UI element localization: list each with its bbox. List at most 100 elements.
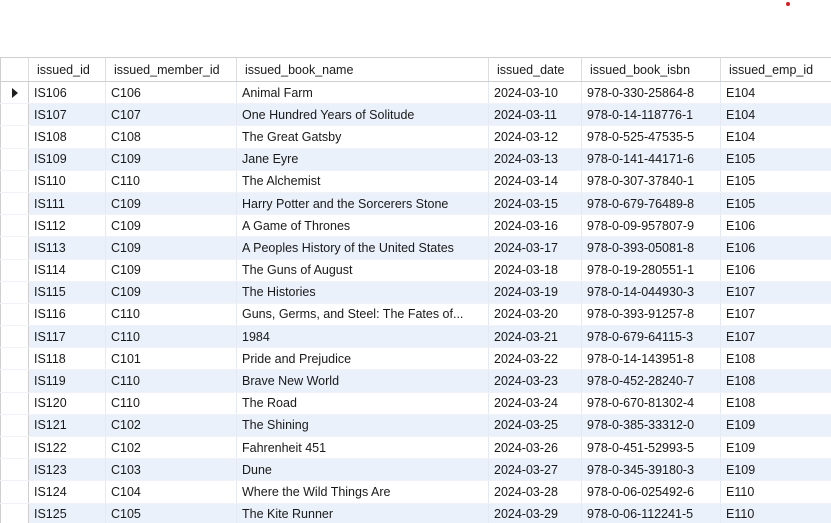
cell-issued-book-isbn[interactable]: 978-0-14-118776-1 [581,103,721,127]
row-selector[interactable] [0,458,29,482]
cell-issued-date[interactable]: 2024-03-11 [488,103,582,127]
cell-issued-book-isbn[interactable]: 978-0-385-33312-0 [581,414,721,438]
cell-issued-emp-id[interactable]: E108 [720,392,831,415]
cell-issued-emp-id[interactable]: E104 [720,81,831,105]
cell-issued-member-id[interactable]: C109 [105,259,237,282]
cell-issued-book-isbn[interactable]: 978-0-14-044930-3 [581,281,721,304]
cell-issued-date[interactable]: 2024-03-25 [488,414,582,438]
cell-issued-emp-id[interactable]: E109 [720,436,831,460]
cell-issued-id[interactable]: IS114 [28,259,106,282]
cell-issued-date[interactable]: 2024-03-21 [488,325,582,349]
cell-issued-date[interactable]: 2024-03-22 [488,347,582,371]
cell-issued-id[interactable]: IS115 [28,281,106,304]
cell-issued-book-name[interactable]: Brave New World [236,369,489,393]
cell-issued-id[interactable]: IS116 [28,303,106,327]
cell-issued-emp-id[interactable]: E110 [720,503,831,523]
table-row[interactable]: IS114 C109 The Guns of August 2024-03-18 978… [0,259,831,282]
row-selector[interactable] [0,281,29,304]
cell-issued-book-name[interactable]: The Road [236,392,489,415]
cell-issued-emp-id[interactable]: E108 [720,369,831,393]
cell-issued-book-name[interactable]: The Great Gatsby [236,125,489,149]
cell-issued-date[interactable]: 2024-03-16 [488,214,582,238]
row-selector[interactable] [0,236,29,260]
row-selector[interactable] [0,103,29,127]
cell-issued-emp-id[interactable]: E107 [720,281,831,304]
cell-issued-date[interactable]: 2024-03-17 [488,236,582,260]
table-row[interactable]: IS110 C110 The Alchemist 2024-03-14 978-0-30… [0,170,831,193]
cell-issued-book-isbn[interactable]: 978-0-393-91257-8 [581,303,721,327]
table-row[interactable]: IS122 C102 Fahrenheit 451 2024-03-26 978-0-4… [0,436,831,460]
result-grid[interactable]: issued_id issued_member_id issued_book_n… [0,57,831,523]
cell-issued-member-id[interactable]: C110 [105,170,237,193]
table-row[interactable]: IS124 C104 Where the Wild Things Are 2024-0… [0,480,831,504]
cell-issued-book-isbn[interactable]: 978-0-14-143951-8 [581,347,721,371]
cell-issued-book-isbn[interactable]: 978-0-19-280551-1 [581,259,721,282]
cell-issued-emp-id[interactable]: E105 [720,148,831,171]
row-selector[interactable] [0,480,29,504]
column-header-issued-book-isbn[interactable]: issued_book_isbn [581,57,721,82]
cell-issued-book-isbn[interactable]: 978-0-670-81302-4 [581,392,721,415]
column-header-issued-emp-id[interactable]: issued_emp_id [720,57,831,82]
row-selector[interactable] [0,347,29,371]
table-row[interactable]: IS120 C110 The Road 2024-03-24 978-0-670-813… [0,392,831,415]
cell-issued-book-name[interactable]: The Alchemist [236,170,489,193]
cell-issued-date[interactable]: 2024-03-29 [488,503,582,523]
cell-issued-book-isbn[interactable]: 978-0-330-25864-8 [581,81,721,105]
cell-issued-book-isbn[interactable]: 978-0-525-47535-5 [581,125,721,149]
cell-issued-book-name[interactable]: The Kite Runner [236,503,489,523]
table-row[interactable]: IS123 C103 Dune 2024-03-27 978-0-345-39180-3… [0,458,831,482]
cell-issued-emp-id[interactable]: E110 [720,480,831,504]
row-selector[interactable] [0,148,29,171]
cell-issued-member-id[interactable]: C110 [105,303,237,327]
row-selector[interactable] [0,503,29,523]
cell-issued-id[interactable]: IS125 [28,503,106,523]
cell-issued-date[interactable]: 2024-03-12 [488,125,582,149]
cell-issued-member-id[interactable]: C108 [105,125,237,149]
cell-issued-member-id[interactable]: C106 [105,81,237,105]
table-row[interactable]: IS111 C109 Harry Potter and the Sorcerers … [0,192,831,216]
column-header-issued-member-id[interactable]: issued_member_id [105,57,237,82]
row-selector[interactable] [0,392,29,415]
cell-issued-member-id[interactable]: C102 [105,436,237,460]
cell-issued-date[interactable]: 2024-03-23 [488,369,582,393]
cell-issued-emp-id[interactable]: E104 [720,103,831,127]
cell-issued-id[interactable]: IS120 [28,392,106,415]
cell-issued-emp-id[interactable]: E107 [720,303,831,327]
cell-issued-book-name[interactable]: The Shining [236,414,489,438]
cell-issued-book-isbn[interactable]: 978-0-452-28240-7 [581,369,721,393]
table-row[interactable]: IS121 C102 The Shining 2024-03-25 978-0-385-… [0,414,831,438]
row-selector[interactable] [0,214,29,238]
cell-issued-emp-id[interactable]: E105 [720,192,831,216]
cell-issued-book-name[interactable]: Animal Farm [236,81,489,105]
cell-issued-id[interactable]: IS106 [28,81,106,105]
cell-issued-date[interactable]: 2024-03-26 [488,436,582,460]
cell-issued-id[interactable]: IS121 [28,414,106,438]
table-row[interactable]: IS109 C109 Jane Eyre 2024-03-13 978-0-141-44… [0,148,831,171]
cell-issued-book-isbn[interactable]: 978-0-09-957807-9 [581,214,721,238]
cell-issued-emp-id[interactable]: E107 [720,325,831,349]
cell-issued-id[interactable]: IS111 [28,192,106,216]
row-selector[interactable] [0,325,29,349]
cell-issued-emp-id[interactable]: E104 [720,125,831,149]
cell-issued-book-name[interactable]: Jane Eyre [236,148,489,171]
cell-issued-emp-id[interactable]: E109 [720,458,831,482]
cell-issued-member-id[interactable]: C109 [105,236,237,260]
cell-issued-book-name[interactable]: Fahrenheit 451 [236,436,489,460]
cell-issued-emp-id[interactable]: E106 [720,259,831,282]
table-row[interactable]: IS112 C109 A Game of Thrones 2024-03-16 978-… [0,214,831,238]
cell-issued-book-isbn[interactable]: 978-0-451-52993-5 [581,436,721,460]
cell-issued-member-id[interactable]: C101 [105,347,237,371]
cell-issued-member-id[interactable]: C105 [105,503,237,523]
cell-issued-date[interactable]: 2024-03-14 [488,170,582,193]
cell-issued-id[interactable]: IS118 [28,347,106,371]
table-row[interactable]: IS108 C108 The Great Gatsby 2024-03-12 978-0… [0,125,831,149]
cell-issued-date[interactable]: 2024-03-24 [488,392,582,415]
cell-issued-book-isbn[interactable]: 978-0-307-37840-1 [581,170,721,193]
cell-issued-book-name[interactable]: A Peoples History of the United States [236,236,489,260]
table-row[interactable]: IS116 C110 Guns, Germs, and Steel: The Fat… [0,303,831,327]
cell-issued-date[interactable]: 2024-03-13 [488,148,582,171]
cell-issued-emp-id[interactable]: E106 [720,236,831,260]
cell-issued-book-isbn[interactable]: 978-0-06-025492-6 [581,480,721,504]
cell-issued-member-id[interactable]: C107 [105,103,237,127]
row-selector-header[interactable] [0,57,29,82]
